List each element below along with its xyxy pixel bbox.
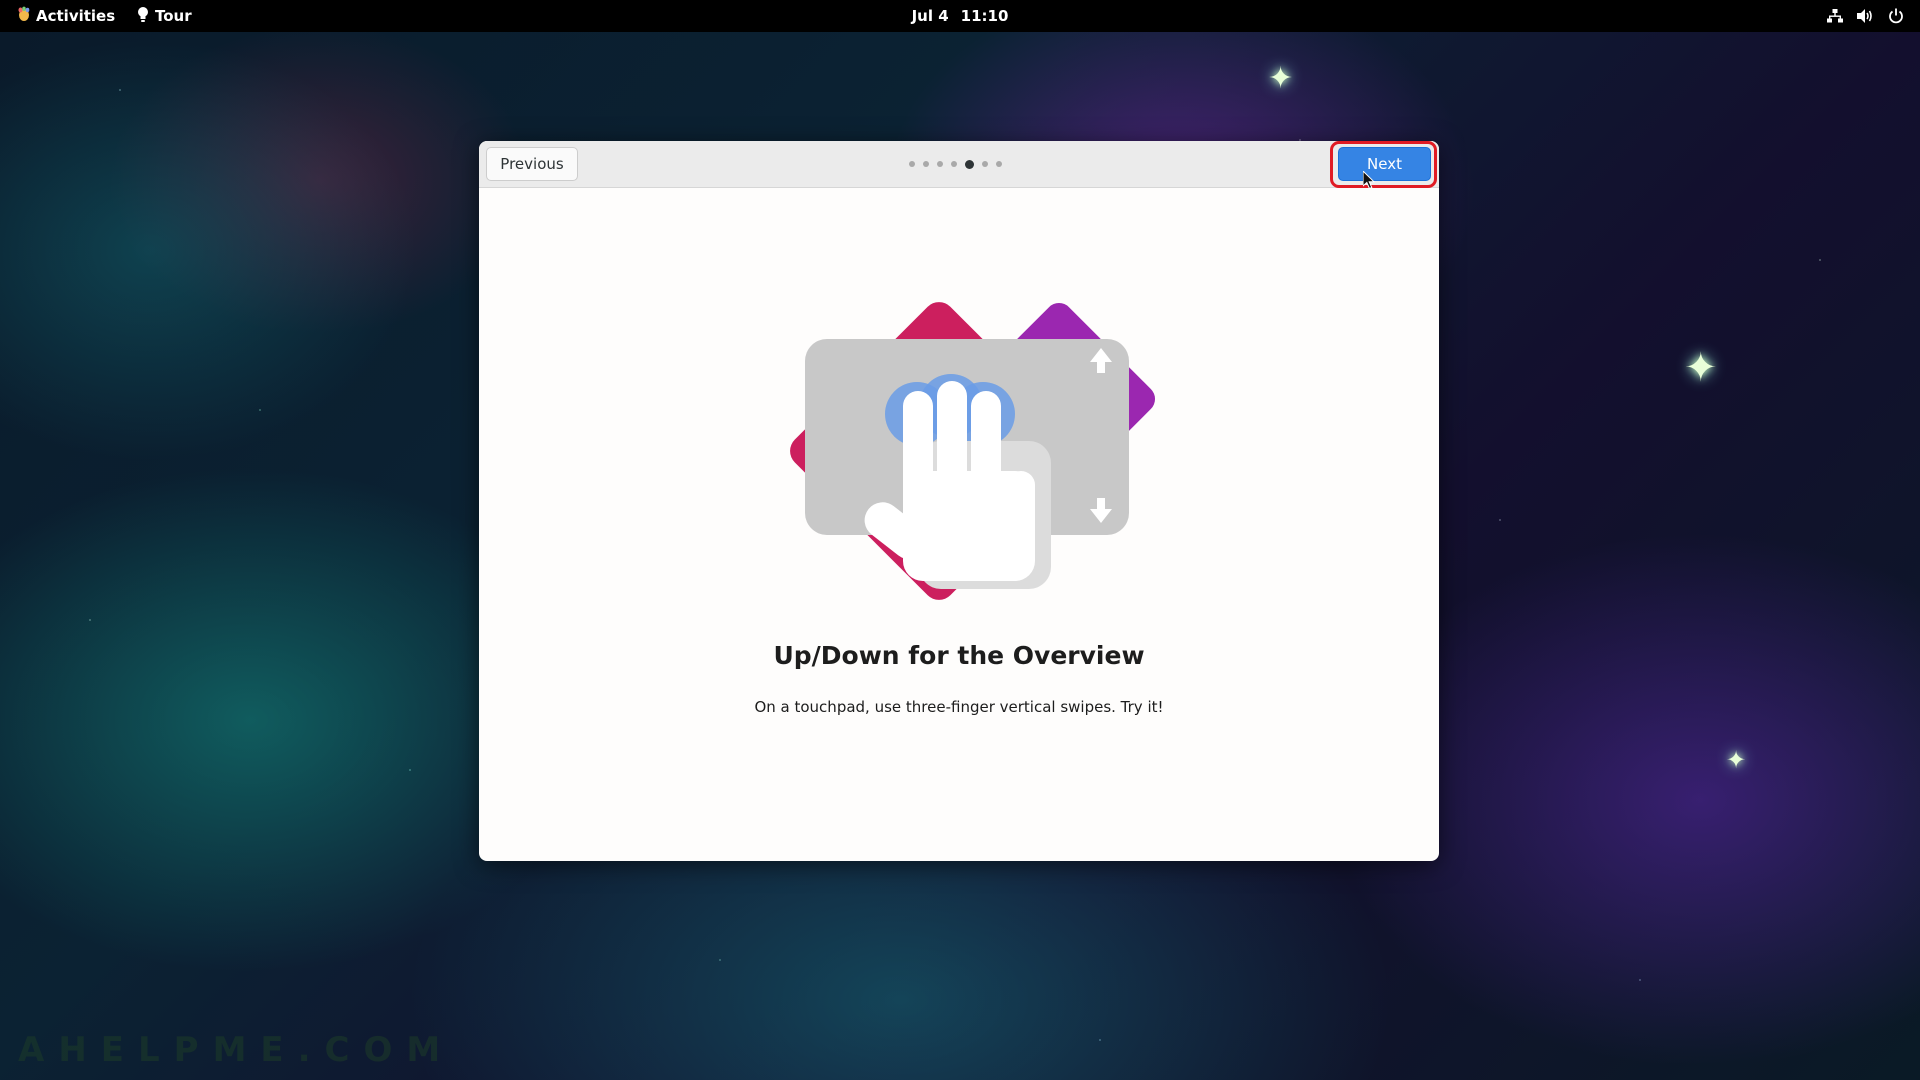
top-bar: Activities Tour Jul 4 11:10 (0, 0, 1920, 32)
watermark: AHELPME.COM (18, 1030, 455, 1070)
three-finger-swipe-illustration (769, 291, 1169, 615)
network-wired-icon[interactable] (1827, 8, 1843, 24)
system-tray[interactable] (1827, 0, 1904, 32)
clock-time: 11:10 (960, 7, 1009, 25)
power-icon[interactable] (1888, 8, 1904, 24)
page-dot-current[interactable] (965, 159, 974, 169)
page-dot[interactable] (937, 161, 943, 167)
page-dot[interactable] (909, 161, 915, 167)
clock-date: Jul 4 (911, 7, 949, 25)
page-dot[interactable] (923, 161, 929, 167)
page-dot[interactable] (951, 161, 957, 167)
page-indicator (909, 159, 1002, 169)
next-button[interactable]: Next (1338, 147, 1431, 181)
volume-icon[interactable] (1857, 8, 1874, 24)
page-title: Up/Down for the Overview (773, 641, 1145, 670)
page-dot[interactable] (982, 161, 988, 167)
previous-button[interactable]: Previous (486, 147, 578, 181)
header-bar: Previous Next (479, 141, 1439, 190)
page-description: On a touchpad, use three-finger vertical… (754, 698, 1164, 716)
wallpaper-star: ✦ (1684, 345, 1718, 391)
wallpaper-star: ✦ (1268, 61, 1294, 96)
tour-window: Previous Next Up/Down for the Overview O… (479, 141, 1439, 861)
page-dot[interactable] (996, 161, 1002, 167)
clock[interactable]: Jul 4 11:10 (0, 0, 1920, 32)
wallpaper-star: ✦ (1726, 746, 1747, 774)
mouse-cursor-icon (1362, 169, 1376, 193)
